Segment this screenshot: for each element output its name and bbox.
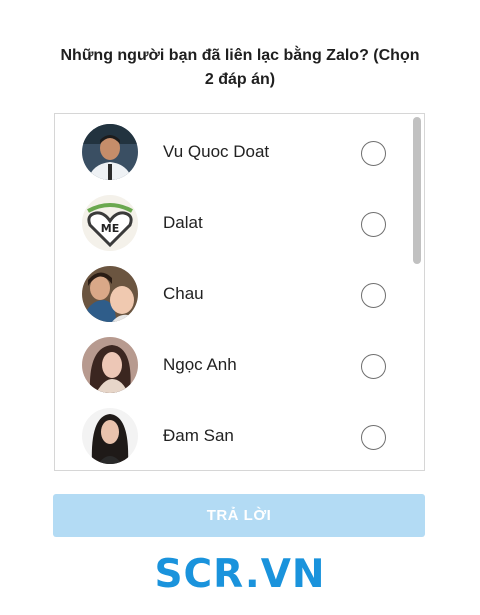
question-line-2: 2 đáp án)	[204, 71, 276, 88]
contact-name: Dalat	[163, 213, 203, 232]
contact-name: Vu Quoc Doat	[163, 142, 270, 161]
scrollbar[interactable]	[413, 117, 421, 467]
svg-text:ME: ME	[101, 222, 119, 235]
list-item[interactable]: Vu Quoc Doat	[55, 116, 410, 187]
list-item[interactable]: Chau	[55, 258, 410, 329]
avatar	[82, 337, 138, 393]
answer-button[interactable]: TRẢ LỜI	[53, 494, 425, 537]
avatar	[82, 124, 138, 180]
avatar: ME	[82, 195, 138, 251]
contact-name: Ngọc Anh	[163, 355, 237, 374]
scrollbar-thumb[interactable]	[413, 117, 421, 264]
list-item[interactable]: Đam San	[55, 400, 410, 470]
contact-radio[interactable]	[361, 354, 386, 379]
question-line-1: Những người bạn đã liên lạc bằng Zalo? (…	[60, 47, 420, 64]
contact-radio[interactable]	[361, 425, 386, 450]
avatar	[82, 266, 138, 322]
contact-radio[interactable]	[361, 283, 386, 308]
watermark-logo: SCR.VN	[154, 552, 326, 597]
contact-radio[interactable]	[361, 212, 386, 237]
contact-name: Chau	[163, 284, 204, 303]
contact-name: Đam San	[163, 426, 234, 445]
question-text: Những người bạn đã liên lạc bằng Zalo? (…	[40, 44, 440, 92]
list-item[interactable]: Ngọc Anh	[55, 329, 410, 400]
contact-list[interactable]: Vu Quoc Doat ME Dalat Chau Ngọc Anh Đam …	[54, 113, 425, 471]
list-item[interactable]: ME Dalat	[55, 187, 410, 258]
contact-radio[interactable]	[361, 141, 386, 166]
avatar	[82, 408, 138, 464]
